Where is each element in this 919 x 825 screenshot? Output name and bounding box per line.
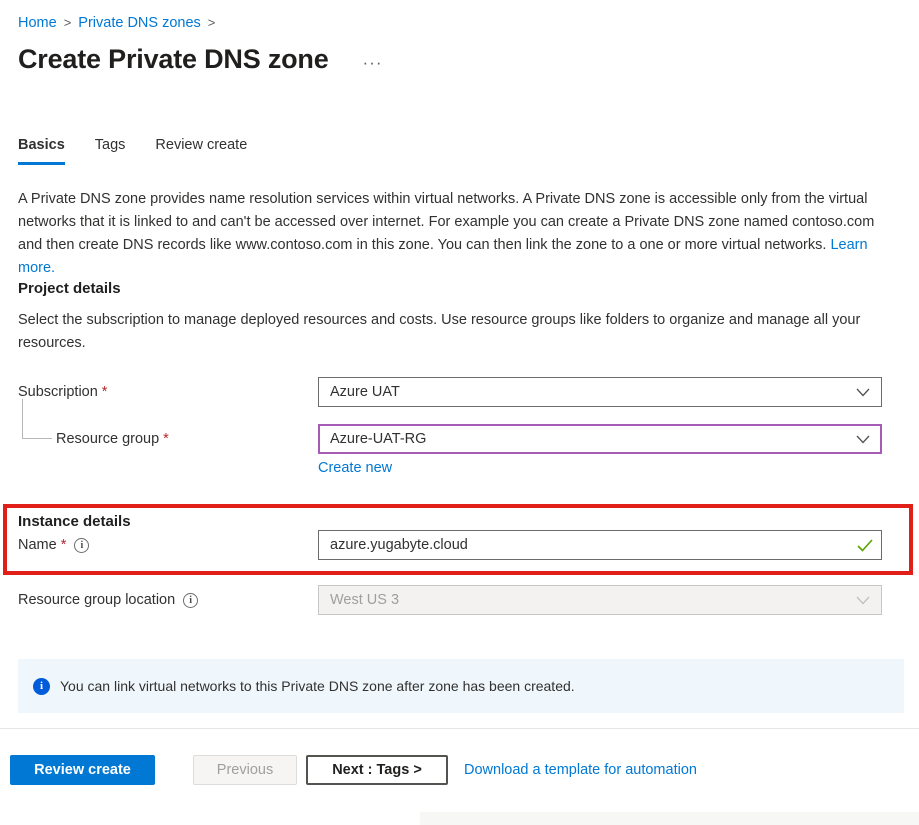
- instance-details-heading: Instance details: [18, 513, 909, 530]
- location-row: Resource group location i West US 3: [18, 585, 901, 615]
- tab-review-create[interactable]: Review create: [155, 137, 247, 165]
- tab-basics[interactable]: Basics: [18, 137, 65, 165]
- project-details-description: Select the subscription to manage deploy…: [18, 309, 902, 355]
- valid-check-icon: [857, 539, 873, 552]
- required-asterisk: *: [102, 384, 108, 400]
- tab-tags[interactable]: Tags: [95, 137, 126, 165]
- next-tags-button[interactable]: Next : Tags >: [306, 755, 448, 785]
- info-banner: i You can link virtual networks to this …: [18, 659, 904, 713]
- download-template-link[interactable]: Download a template for automation: [464, 762, 697, 778]
- location-label: Resource group location i: [18, 592, 318, 608]
- name-label: Name* i: [18, 537, 318, 553]
- intro-description: A Private DNS zone provides name resolut…: [18, 188, 902, 280]
- footer-divider: [0, 728, 919, 729]
- info-icon[interactable]: i: [74, 538, 89, 553]
- project-details-heading: Project details: [18, 280, 901, 297]
- more-options-icon[interactable]: ···: [363, 53, 383, 73]
- intro-text: A Private DNS zone provides name resolut…: [18, 191, 874, 253]
- location-label-text: Resource group location: [18, 592, 175, 608]
- info-icon[interactable]: i: [183, 593, 198, 608]
- resource-group-value: Azure-UAT-RG: [330, 431, 426, 447]
- info-filled-icon: i: [33, 678, 50, 695]
- red-highlight-annotation: Instance details Name* i: [3, 504, 913, 575]
- location-dropdown-disabled: West US 3: [318, 585, 882, 615]
- review-create-button[interactable]: Review create: [10, 755, 155, 785]
- project-details-form: Subscription* Azure UAT Resource group* …: [18, 377, 901, 476]
- name-row: Name* i: [18, 530, 909, 560]
- info-banner-text: You can link virtual networks to this Pr…: [60, 678, 575, 694]
- name-label-text: Name: [18, 537, 57, 553]
- chevron-down-icon: [856, 596, 870, 605]
- footer-actions: Review create Previous Next : Tags > Dow…: [10, 755, 901, 785]
- subscription-value: Azure UAT: [330, 384, 400, 400]
- subscription-label-text: Subscription: [18, 384, 98, 400]
- page-title: Create Private DNS zone: [18, 44, 329, 75]
- resource-group-label-text: Resource group: [56, 431, 159, 447]
- required-asterisk: *: [163, 431, 169, 447]
- bottom-background-strip: [420, 812, 919, 825]
- hierarchy-connector-line: [22, 399, 52, 439]
- dns-zone-name-input[interactable]: [318, 530, 882, 560]
- resource-group-label: Resource group*: [18, 431, 318, 447]
- breadcrumb-separator: >: [64, 15, 72, 30]
- subscription-row: Subscription* Azure UAT: [18, 377, 901, 407]
- resource-group-row: Resource group* Azure-UAT-RG: [18, 424, 901, 454]
- create-new-link[interactable]: Create new: [318, 460, 392, 476]
- chevron-down-icon: [856, 388, 870, 397]
- subscription-label: Subscription*: [18, 384, 318, 400]
- breadcrumb-separator: >: [208, 15, 216, 30]
- location-value: West US 3: [330, 592, 399, 608]
- breadcrumb-private-dns-zones-link[interactable]: Private DNS zones: [78, 15, 201, 31]
- breadcrumb-home-link[interactable]: Home: [18, 15, 57, 31]
- create-private-dns-zone-page: Home > Private DNS zones > Create Private D…: [0, 0, 919, 785]
- subscription-dropdown[interactable]: Azure UAT: [318, 377, 882, 407]
- resource-group-dropdown[interactable]: Azure-UAT-RG: [318, 424, 882, 454]
- breadcrumb: Home > Private DNS zones >: [18, 14, 901, 32]
- wizard-tabs: Basics Tags Review create: [18, 137, 901, 165]
- previous-button[interactable]: Previous: [193, 755, 297, 785]
- chevron-down-icon: [856, 435, 870, 444]
- required-asterisk: *: [61, 537, 67, 553]
